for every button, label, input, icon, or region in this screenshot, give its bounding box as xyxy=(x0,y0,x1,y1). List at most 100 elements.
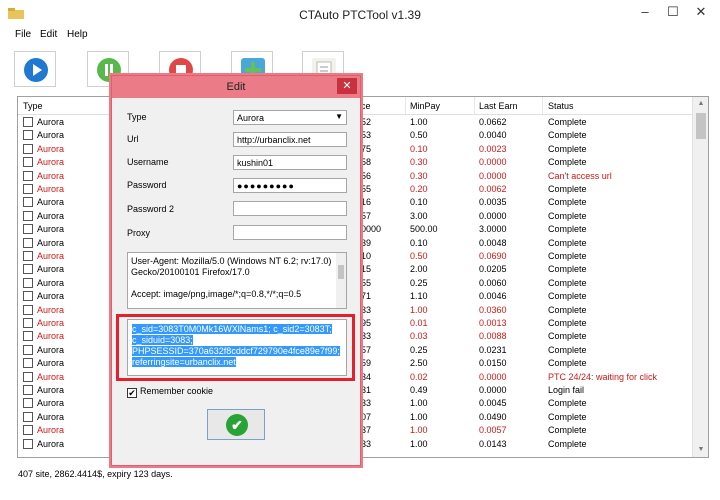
start-button[interactable] xyxy=(14,51,56,87)
row-checkbox[interactable] xyxy=(23,251,33,261)
cell-status: Login fail xyxy=(548,385,585,395)
cell-last-earn: 0.0000 xyxy=(479,170,507,181)
cell-status: Complete xyxy=(548,277,587,288)
row-checkbox[interactable] xyxy=(23,371,33,382)
row-checkbox[interactable] xyxy=(23,398,33,409)
checkbox-checked-icon[interactable]: ✔ xyxy=(127,388,137,398)
cell-minpay: 500.00 xyxy=(410,224,438,235)
row-checkbox[interactable] xyxy=(23,237,33,248)
cell-last-earn: 0.0690 xyxy=(479,251,507,261)
headers-textarea[interactable]: User-Agent: Mozilla/5.0 (Windows NT 6.2;… xyxy=(127,252,347,309)
title-bar: CTAuto PTCTool v1.39 – ☐ ✕ xyxy=(0,0,720,28)
row-checkbox[interactable] xyxy=(23,358,33,369)
menu-edit[interactable]: Edit xyxy=(40,29,57,40)
proxy-label: Proxy xyxy=(127,228,151,238)
cell-price: 56 xyxy=(361,170,372,181)
cell-status: Complete xyxy=(548,304,587,315)
proxy-field[interactable] xyxy=(233,225,347,240)
ok-button[interactable]: ✔ xyxy=(207,409,265,440)
status-bar: 407 site, 2862.4414$, expiry 123 days. xyxy=(0,460,720,500)
password-field[interactable]: ●●●●●●●●● xyxy=(233,178,347,193)
cell-price: 55 xyxy=(361,277,372,288)
col-minpay[interactable]: MinPay xyxy=(410,101,440,111)
cell-last-earn: 3.0000 xyxy=(479,224,507,235)
cell-status: Can't access url xyxy=(548,170,612,181)
cookie-textarea[interactable]: c_sid=3083T0M0Mk16WXlNams1; c_sid2=3083T… xyxy=(127,319,347,376)
dialog-title-bar[interactable]: Edit ✕ xyxy=(112,76,360,98)
col-type[interactable]: Type xyxy=(23,101,43,111)
row-checkbox[interactable] xyxy=(23,425,33,436)
menu-file[interactable]: File xyxy=(15,29,31,40)
row-checkbox[interactable] xyxy=(23,438,33,449)
cell-minpay: 0.49 xyxy=(410,385,428,395)
minimize-button[interactable]: – xyxy=(632,2,658,22)
row-checkbox[interactable] xyxy=(23,224,33,235)
row-checkbox[interactable] xyxy=(23,291,33,302)
scroll-up-icon[interactable]: ▲ xyxy=(693,97,708,111)
username-field[interactable]: kushin01 xyxy=(233,155,347,170)
username-label: Username xyxy=(127,157,169,167)
row-checkbox[interactable] xyxy=(23,130,33,141)
remember-cookie-label: Remember cookie xyxy=(140,386,214,396)
cell-minpay: 0.50 xyxy=(410,130,428,141)
menu-help[interactable]: Help xyxy=(67,29,88,40)
cell-minpay: 1.00 xyxy=(410,117,428,127)
row-checkbox[interactable] xyxy=(23,170,33,181)
scroll-down-icon[interactable]: ▼ xyxy=(693,443,708,457)
col-last-earn[interactable]: Last Earn xyxy=(479,101,518,111)
row-checkbox[interactable] xyxy=(23,331,33,342)
cell-status: Complete xyxy=(548,130,587,141)
cell-type: Aurora xyxy=(37,304,65,315)
cell-price: 10 xyxy=(361,251,372,261)
row-checkbox[interactable] xyxy=(23,344,33,355)
password-label: Password xyxy=(127,180,167,190)
scroll-thumb[interactable] xyxy=(696,113,706,139)
row-checkbox[interactable] xyxy=(23,143,33,154)
cell-status: Complete xyxy=(548,210,587,221)
row-checkbox[interactable] xyxy=(23,411,33,422)
password2-field[interactable] xyxy=(233,201,347,216)
cell-price: 95 xyxy=(361,318,372,328)
headers-scrollbar[interactable] xyxy=(336,253,346,308)
menu-bar: File Edit Help xyxy=(0,27,720,43)
cell-last-earn: 0.0360 xyxy=(479,304,507,315)
cookie-line: PHPSESSID=370a632f8cddcf729790e4fce89e7f… xyxy=(132,346,340,356)
dialog-close-button[interactable]: ✕ xyxy=(337,78,357,94)
col-price[interactable]: ce xyxy=(361,101,371,111)
cell-minpay: 1.00 xyxy=(410,304,428,315)
chevron-down-icon: ▼ xyxy=(335,112,343,121)
row-checkbox[interactable] xyxy=(23,264,33,275)
cell-minpay: 0.50 xyxy=(410,251,428,261)
row-checkbox[interactable] xyxy=(23,157,33,168)
remember-cookie-checkbox[interactable]: ✔ Remember cookie xyxy=(127,386,213,398)
cell-status: Complete xyxy=(548,438,587,449)
cell-last-earn: 0.0143 xyxy=(479,438,507,449)
row-checkbox[interactable] xyxy=(23,184,33,194)
col-status[interactable]: Status xyxy=(548,101,574,111)
cookie-line: referringsite=urbanclix.net xyxy=(132,357,236,367)
row-checkbox[interactable] xyxy=(23,318,33,328)
row-checkbox[interactable] xyxy=(23,210,33,221)
row-checkbox[interactable] xyxy=(23,385,33,395)
maximize-button[interactable]: ☐ xyxy=(660,2,686,22)
cell-price: 58 xyxy=(361,157,372,168)
cell-status: Complete xyxy=(548,117,587,127)
cell-price: 16 xyxy=(361,197,372,208)
vertical-scrollbar[interactable]: ▲ ▼ xyxy=(692,97,708,457)
url-field[interactable]: http://urbanclix.net xyxy=(233,132,347,147)
cell-price: 33 xyxy=(361,438,372,449)
headers-line: Accept: image/png,image/*;q=0.8,*/*;q=0.… xyxy=(131,289,302,299)
headers-line: Gecko/20100101 Firefox/17.0 xyxy=(131,267,250,277)
row-checkbox[interactable] xyxy=(23,197,33,208)
cell-minpay: 0.02 xyxy=(410,371,428,382)
cell-status: Complete xyxy=(548,344,587,355)
row-checkbox[interactable] xyxy=(23,277,33,288)
cell-last-earn: 0.0000 xyxy=(479,210,507,221)
row-checkbox[interactable] xyxy=(23,304,33,315)
cell-last-earn: 0.0662 xyxy=(479,117,507,127)
row-checkbox[interactable] xyxy=(23,117,33,127)
cell-status: Complete xyxy=(548,157,587,168)
type-label: Type xyxy=(127,112,147,122)
type-select[interactable]: Aurora ▼ xyxy=(233,110,347,125)
close-button[interactable]: ✕ xyxy=(688,2,714,22)
